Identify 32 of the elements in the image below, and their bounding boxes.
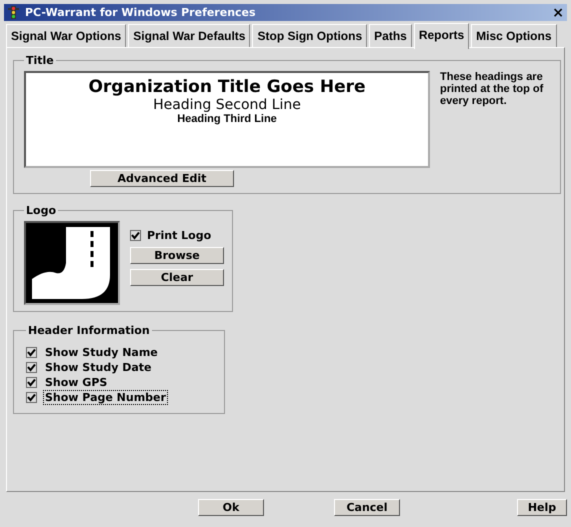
- heading-line: Heading Second Line: [153, 97, 301, 113]
- group-label: Header Information: [27, 324, 151, 337]
- dialog-button[interactable]: Cancel: [334, 499, 400, 516]
- tab[interactable]: Reports: [414, 23, 470, 49]
- dialog-button[interactable]: Ok: [198, 499, 264, 516]
- checkbox[interactable]: [26, 377, 37, 388]
- checkbox[interactable]: [26, 362, 37, 373]
- checkbox[interactable]: [130, 230, 141, 241]
- traffic-light-icon: [7, 6, 20, 19]
- heading-line: Heading Third Line: [177, 113, 277, 125]
- tab[interactable]: Misc Options: [471, 24, 557, 47]
- logo-button[interactable]: Clear: [130, 269, 224, 286]
- checkbox-label[interactable]: Show Page Number: [43, 390, 168, 405]
- checkbox-label[interactable]: Show Study Date: [43, 360, 154, 375]
- tab[interactable]: Signal War Defaults: [128, 24, 250, 47]
- logo-button[interactable]: Browse: [130, 247, 224, 264]
- group-label: Logo: [25, 204, 57, 217]
- checkbox[interactable]: [26, 392, 37, 403]
- heading-line: Organization Title Goes Here: [88, 77, 366, 97]
- checkbox[interactable]: [26, 347, 37, 358]
- tab[interactable]: Signal War Options: [6, 24, 126, 47]
- group-label: Title: [25, 54, 55, 67]
- tab[interactable]: Paths: [369, 24, 412, 47]
- print-logo-checkbox[interactable]: Print Logo: [130, 229, 224, 242]
- checkbox-label[interactable]: Show GPS: [43, 375, 110, 390]
- window-title: PC-Warrant for Windows Preferences: [25, 6, 257, 19]
- checkbox-label[interactable]: Show Study Name: [43, 345, 160, 360]
- dialog-button[interactable]: Help: [517, 499, 567, 516]
- headings-note: These headings are printed at the top of every report.: [440, 71, 544, 109]
- advanced-edit-button[interactable]: Advanced Edit: [90, 170, 234, 187]
- tab[interactable]: Stop Sign Options: [252, 24, 368, 47]
- close-button[interactable]: ×: [552, 6, 564, 20]
